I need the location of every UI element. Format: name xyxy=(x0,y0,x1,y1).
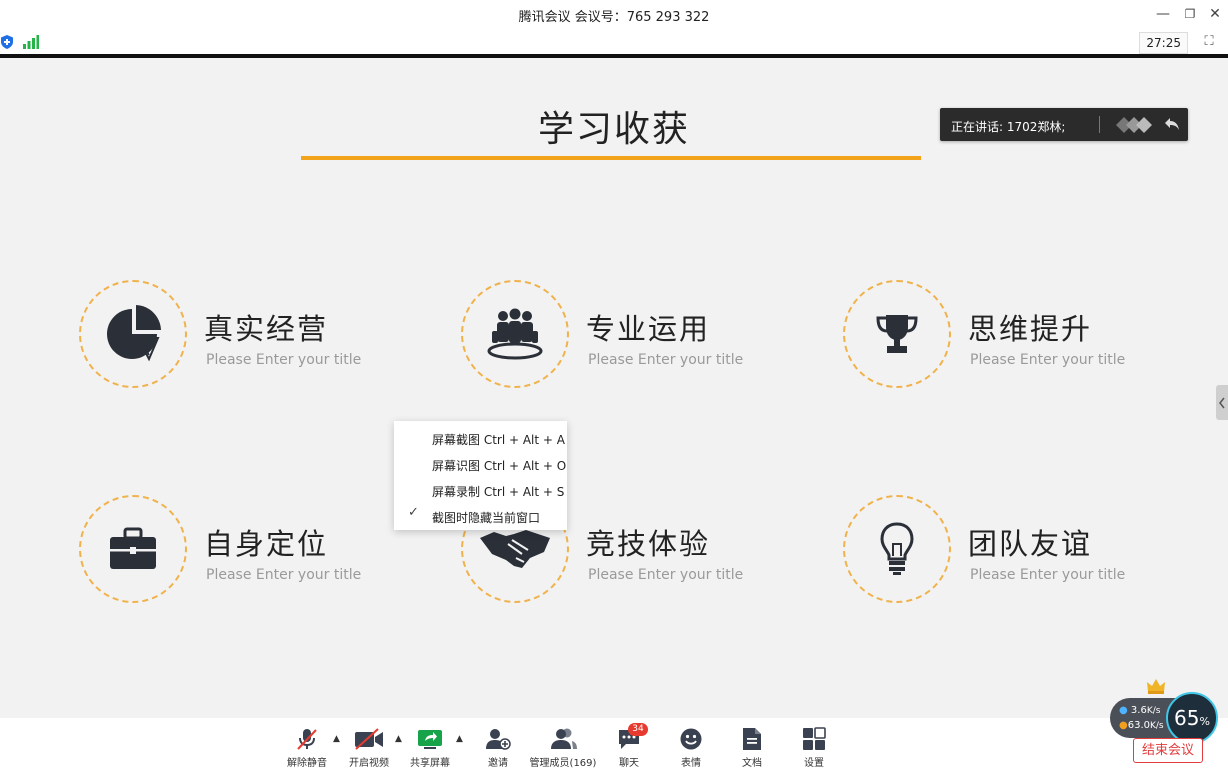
signal-bars-icon[interactable] xyxy=(23,35,39,49)
feature-circle xyxy=(461,280,569,388)
feature-subtitle: Please Enter your title xyxy=(588,352,744,368)
settings-button[interactable]: 设置 xyxy=(793,726,835,769)
audio-options-caret[interactable]: ▲ xyxy=(333,734,340,744)
pie-chart-icon xyxy=(107,305,161,362)
feature-circle xyxy=(843,495,951,603)
meeting-timer: 27:25 xyxy=(1139,32,1188,54)
members-icon xyxy=(551,728,577,749)
feature-subtitle: Please Enter your title xyxy=(206,567,362,583)
title-underline xyxy=(301,156,921,160)
cpu-usage-value: 65 xyxy=(1174,706,1200,730)
feature-title: 自身定位 xyxy=(204,527,329,561)
download-unit: K/s xyxy=(1150,721,1164,731)
chevron-left-icon xyxy=(1219,397,1225,409)
feature-subtitle: Please Enter your title xyxy=(588,567,744,583)
feature-subtitle: Please Enter your title xyxy=(970,352,1126,368)
feature-title: 专业运用 xyxy=(586,312,711,346)
invite-button[interactable]: 邀请 xyxy=(477,726,519,769)
feature-title: 竞技体验 xyxy=(586,527,711,561)
team-icon xyxy=(487,308,543,360)
documents-label: 文档 xyxy=(742,758,762,769)
feature-subtitle: Please Enter your title xyxy=(970,567,1126,583)
start-video-button[interactable]: 开启视频 xyxy=(348,726,390,769)
invite-icon xyxy=(486,729,511,750)
screenshot-context-menu: 屏幕截图 Ctrl + Alt + A 屏幕识图 Ctrl + Alt + O … xyxy=(394,421,567,530)
share-screen-icon xyxy=(418,730,442,749)
menu-item-hide-window[interactable]: 截图时隐藏当前窗口 xyxy=(432,509,540,526)
network-speed-widget[interactable]: ● 3.6K/s ●63.0K/s 65% xyxy=(1110,679,1222,744)
fullscreen-icon[interactable]: ⛶ xyxy=(1200,33,1218,51)
unmute-button[interactable]: 解除静音 xyxy=(286,726,328,769)
minimize-icon[interactable]: — xyxy=(1152,4,1174,24)
upload-value: 3.6 xyxy=(1130,705,1147,716)
settings-icon xyxy=(803,727,826,750)
chat-unread-badge: 34 xyxy=(628,723,648,736)
restore-icon[interactable]: ❐ xyxy=(1179,4,1201,24)
invite-label: 邀请 xyxy=(488,758,508,769)
feature-circle xyxy=(843,280,951,388)
window-title: 腾讯会议 会议号：765 293 322 xyxy=(518,10,710,25)
emoji-icon xyxy=(680,728,702,750)
download-speed: ●63.0K/s xyxy=(1119,720,1164,731)
title-bar: 腾讯会议 会议号：765 293 322 — ❐ ✕ xyxy=(0,0,1228,30)
close-icon[interactable]: ✕ xyxy=(1204,4,1226,24)
shield-icon[interactable] xyxy=(1,35,13,49)
checkmark-icon: ✓ xyxy=(408,505,419,520)
meeting-toolbar: 解除静音 ▲ 开启视频 ▲ 共享屏幕 ▲ 邀请 管理成员(169) 34 聊天 … xyxy=(0,718,1228,773)
menu-item-screenshot[interactable]: 屏幕截图 Ctrl + Alt + A xyxy=(432,431,565,448)
share-options-caret[interactable]: ▲ xyxy=(456,734,463,744)
share-screen-button[interactable]: 共享屏幕 xyxy=(409,726,451,769)
video-options-caret[interactable]: ▲ xyxy=(395,734,402,744)
speaking-label: 正在讲话: 1702郑林; xyxy=(951,120,1066,134)
manage-members-button[interactable]: 管理成员(169) xyxy=(528,726,598,769)
start-video-label: 开启视频 xyxy=(349,758,389,769)
divider xyxy=(1099,116,1100,133)
cpu-usage-sign: % xyxy=(1199,715,1210,728)
shared-slide: 学习收获 真实经营 Please Enter your title 专业运用 P… xyxy=(0,58,1228,718)
manage-members-label: 管理成员(169) xyxy=(529,758,597,769)
side-panel-toggle[interactable] xyxy=(1216,385,1228,420)
chat-label: 聊天 xyxy=(619,758,639,769)
feature-title: 团队友谊 xyxy=(968,527,1093,561)
camera-off-icon xyxy=(355,728,383,750)
end-meeting-button[interactable]: 结束会议 xyxy=(1133,738,1203,763)
feature-title: 思维提升 xyxy=(968,312,1093,346)
feature-subtitle: Please Enter your title xyxy=(206,352,362,368)
settings-label: 设置 xyxy=(804,758,824,769)
speaker-avatar-icon xyxy=(1116,117,1152,133)
trophy-icon xyxy=(876,315,918,353)
briefcase-icon xyxy=(110,527,156,569)
cpu-usage-circle: 65% xyxy=(1166,692,1218,744)
document-icon xyxy=(743,728,761,750)
feature-circle xyxy=(79,495,187,603)
upload-speed: ● 3.6K/s xyxy=(1119,705,1161,716)
crown-icon xyxy=(1147,679,1165,694)
download-value: 63.0 xyxy=(1127,720,1150,731)
emoji-button[interactable]: 表情 xyxy=(670,726,712,769)
upload-unit: K/s xyxy=(1146,706,1161,716)
lightbulb-icon xyxy=(880,522,914,575)
status-bar: 27:25 ⛶ xyxy=(0,30,1228,58)
emoji-label: 表情 xyxy=(681,758,701,769)
chat-button[interactable]: 34 聊天 xyxy=(608,723,650,769)
speaking-indicator: 正在讲话: 1702郑林; xyxy=(940,108,1188,141)
menu-item-screen-recognition[interactable]: 屏幕识图 Ctrl + Alt + O xyxy=(432,457,566,474)
documents-button[interactable]: 文档 xyxy=(731,726,773,769)
feature-title: 真实经营 xyxy=(204,312,329,346)
mic-muted-icon xyxy=(297,729,317,750)
share-screen-label: 共享屏幕 xyxy=(410,758,450,769)
unmute-label: 解除静音 xyxy=(287,758,327,769)
collapse-arrow-icon[interactable] xyxy=(1164,116,1180,132)
menu-item-screen-recording[interactable]: 屏幕录制 Ctrl + Alt + S xyxy=(432,483,564,500)
feature-circle xyxy=(79,280,187,388)
handshake-icon xyxy=(480,530,550,568)
